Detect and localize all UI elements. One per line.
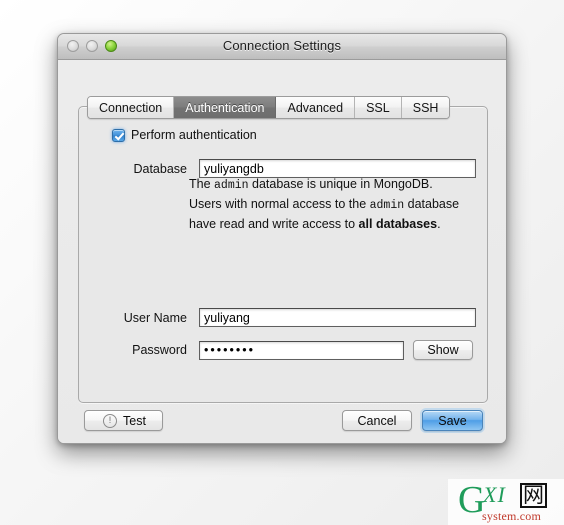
save-button-label: Save <box>438 413 467 428</box>
show-password-button[interactable]: Show <box>413 340 473 360</box>
database-label: Database <box>133 161 187 176</box>
user-name-input[interactable] <box>199 308 476 327</box>
password-row: Password Show <box>91 340 473 360</box>
perform-authentication-checkbox[interactable] <box>112 128 125 142</box>
window-titlebar[interactable]: Connection Settings <box>58 34 506 60</box>
tab-connection-label: Connection <box>99 100 163 115</box>
desc-line1-admin: admin <box>214 179 249 192</box>
admin-database-description: The admin database is unique in MongoDB.… <box>189 175 464 234</box>
tab-ssl[interactable]: SSL <box>355 97 402 118</box>
password-input[interactable] <box>199 340 404 360</box>
test-button-label: Test <box>123 413 146 428</box>
desc-line1-suffix: database is unique in MongoDB. <box>248 177 433 191</box>
tab-ssl-label: SSL <box>366 100 390 115</box>
tab-connection[interactable]: Connection <box>88 97 175 118</box>
show-password-label: Show <box>427 343 459 357</box>
tab-authentication-label: Authentication <box>185 100 265 115</box>
desc-line2-admin: admin <box>369 199 405 212</box>
window-body: Perform authentication Database The admi… <box>58 60 506 443</box>
cancel-button[interactable]: Cancel <box>342 410 412 431</box>
desc-line1-prefix: The <box>189 177 215 191</box>
tab-advanced[interactable]: Advanced <box>276 97 356 118</box>
tab-authentication[interactable]: Authentication <box>174 97 277 118</box>
tab-content-panel: Perform authentication Database The admi… <box>78 106 488 403</box>
desc-line4-period: . <box>437 217 441 231</box>
watermark-logo: G XI 网 system.com <box>448 479 564 525</box>
desc-line3-all: all <box>358 217 373 231</box>
watermark-inner: G XI 网 system.com <box>458 481 564 523</box>
tab-advanced-label: Advanced <box>287 100 344 115</box>
user-name-label: User Name <box>123 310 187 325</box>
watermark-domain-text: system.com <box>482 509 541 523</box>
tab-ssh-label: SSH <box>412 100 439 115</box>
user-name-row: User Name <box>91 308 476 327</box>
password-label: Password <box>132 343 187 357</box>
perform-authentication-row[interactable]: Perform authentication <box>112 128 257 142</box>
connection-settings-window: Connection Settings Perform authenticati… <box>57 33 507 444</box>
watermark-letters-xi: XI <box>483 482 506 507</box>
save-button[interactable]: Save <box>422 410 483 431</box>
test-connection-button[interactable]: ! Test <box>84 410 163 431</box>
desc-line2-prefix: Users with normal access to the <box>189 197 370 211</box>
desc-line4-databases: databases <box>375 217 438 231</box>
tab-ssh[interactable]: SSH <box>401 97 450 118</box>
window-title: Connection Settings <box>222 38 342 53</box>
watermark-cjk-character: 网 <box>520 483 547 508</box>
perform-authentication-label: Perform authentication <box>131 128 257 142</box>
warning-exclamation-icon: ! <box>103 413 118 428</box>
cancel-button-label: Cancel <box>357 413 397 428</box>
settings-tabbar[interactable]: Connection Authentication Advanced SSL S… <box>87 96 451 119</box>
